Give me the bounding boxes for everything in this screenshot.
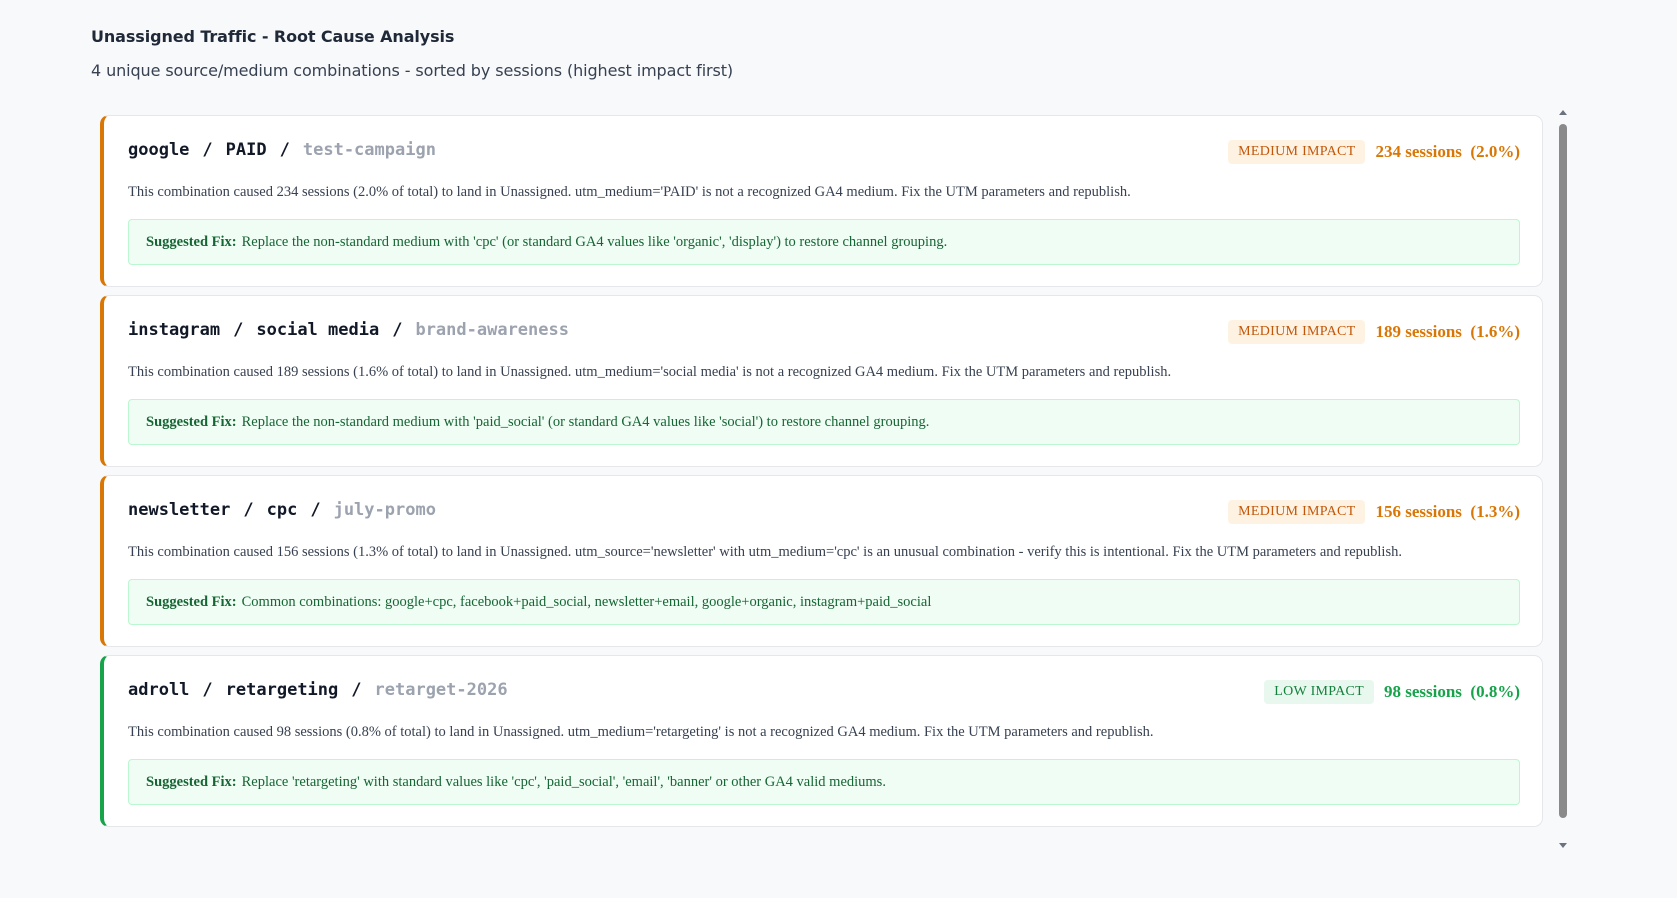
suggested-fix-text: Common combinations: google+cpc, faceboo… [241,593,932,610]
source-text: adroll [128,680,190,700]
result-card: instagram / social media / brand-awareness M… [100,295,1543,467]
impact-meta: LOW IMPACT 98 sessions (0.8%) [1264,678,1520,706]
results-list[interactable]: google / PAID / test-campaign MEDIUM IMPACT … [100,115,1547,857]
source-text: instagram [128,320,221,340]
impact-badge: MEDIUM IMPACT [1228,320,1366,344]
source-text: newsletter [128,500,231,520]
suggested-fix-box: Suggested Fix: Replace the non-standard … [128,219,1520,265]
suggested-fix-label: Suggested Fix: [146,413,237,430]
source-medium-campaign: google / PAID / test-campaign [128,140,436,160]
campaign-text: test-campaign [302,140,436,160]
campaign-text: brand-awareness [415,320,569,340]
medium-text: cpc [266,500,298,520]
impact-badge: MEDIUM IMPACT [1228,500,1366,524]
medium-text: retargeting [225,680,339,700]
suggested-fix-label: Suggested Fix: [146,773,237,790]
source-medium-campaign: instagram / social media / brand-awareness [128,320,569,340]
sessions-count: 234 sessions (2.0%) [1375,142,1520,161]
sessions-count: 156 sessions (1.3%) [1375,502,1520,521]
impact-meta: MEDIUM IMPACT 156 sessions (1.3%) [1228,498,1520,526]
card-description: This combination caused 98 sessions (0.8… [128,724,1154,740]
card-description: This combination caused 156 sessions (1.… [128,544,1402,560]
result-card: google / PAID / test-campaign MEDIUM IMPACT … [100,115,1543,287]
vertical-scrollbar[interactable] [1558,110,1568,850]
result-card: newsletter / cpc / july-promo MEDIUM IMPACT … [100,475,1543,647]
card-header: google / PAID / test-campaign MEDIUM IMPACT … [128,138,1520,166]
scroll-down-arrow-icon[interactable] [1559,843,1567,848]
page-title: Unassigned Traffic - Root Cause Analysis [91,27,455,46]
card-description: This combination caused 189 sessions (1.… [128,364,1172,380]
card-header: instagram / social media / brand-awareness M… [128,318,1520,346]
bottom-fade [0,857,1677,898]
page: Unassigned Traffic - Root Cause Analysis… [0,0,1677,898]
source-medium-campaign: newsletter / cpc / july-promo [128,500,436,520]
page-subtitle: 4 unique source/medium combinations - so… [91,61,734,80]
source-text: google [128,140,190,160]
suggested-fix-box: Suggested Fix: Replace 'retargeting' wit… [128,759,1520,805]
impact-meta: MEDIUM IMPACT 189 sessions (1.6%) [1228,318,1520,346]
card-description: This combination caused 234 sessions (2.… [128,184,1131,200]
suggested-fix-box: Suggested Fix: Common combinations: goog… [128,579,1520,625]
card-header: newsletter / cpc / july-promo MEDIUM IMPACT … [128,498,1520,526]
impact-badge: MEDIUM IMPACT [1228,140,1366,164]
scrollbar-thumb[interactable] [1559,124,1567,818]
scroll-up-arrow-icon[interactable] [1559,110,1567,115]
suggested-fix-label: Suggested Fix: [146,593,237,610]
suggested-fix-text: Replace the non-standard medium with 'cp… [241,233,948,250]
sessions-count: 98 sessions (0.8%) [1383,682,1520,701]
suggested-fix-text: Replace 'retargeting' with standard valu… [241,773,886,790]
impact-meta: MEDIUM IMPACT 234 sessions (2.0%) [1228,138,1520,166]
suggested-fix-box: Suggested Fix: Replace the non-standard … [128,399,1520,445]
source-medium-campaign: adroll / retargeting / retarget-2026 [128,680,508,700]
card-header: adroll / retargeting / retarget-2026 LOW IMP… [128,678,1520,706]
impact-badge: LOW IMPACT [1264,680,1374,704]
campaign-text: july-promo [333,500,436,520]
suggested-fix-label: Suggested Fix: [146,233,237,250]
campaign-text: retarget-2026 [374,680,508,700]
medium-text: social media [256,320,380,340]
sessions-count: 189 sessions (1.6%) [1375,322,1520,341]
result-card: adroll / retargeting / retarget-2026 LOW IMP… [100,655,1543,827]
suggested-fix-text: Replace the non-standard medium with 'pa… [241,413,930,430]
medium-text: PAID [225,140,267,160]
